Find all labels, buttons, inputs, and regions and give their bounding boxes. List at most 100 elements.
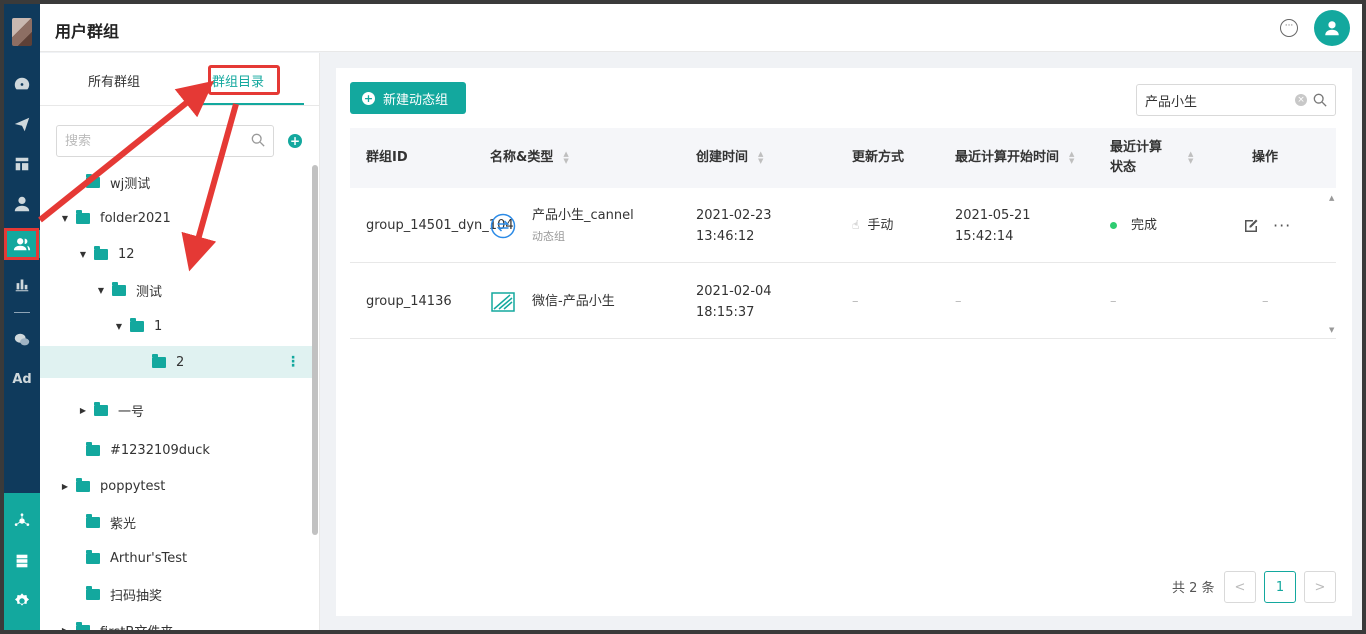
column-header-update-mode: 更新方式 [852, 150, 905, 165]
status-complete-dot [1110, 222, 1117, 229]
group-name[interactable]: 微信-产品小生 [532, 291, 615, 312]
folder-icon [86, 173, 100, 188]
chart-icon[interactable] [4, 270, 40, 298]
search-icon[interactable] [251, 133, 265, 147]
tree-scrollbar[interactable] [312, 165, 318, 535]
new-dynamic-group-button[interactable]: + 新建动态组 [350, 82, 466, 114]
tree-item-label: 一号 [118, 404, 145, 420]
column-header-last-calc-start[interactable]: 最近计算开始时间 ▲ ▼ [955, 128, 1085, 188]
caret-right-icon[interactable]: ▶ [78, 406, 88, 415]
folder-icon [86, 585, 100, 600]
cell-last-calc-start: – [955, 294, 962, 309]
scroll-down-arrow-icon[interactable]: ▼ [1329, 326, 1334, 334]
more-horizontal-icon[interactable]: ··· [1273, 215, 1291, 236]
dynamic-group-icon [490, 213, 516, 238]
cell-group-id: group_14136 [366, 294, 452, 309]
settings-icon[interactable] [4, 587, 40, 615]
user-avatar[interactable] [1314, 10, 1350, 46]
caret-right-icon[interactable]: ▶ [60, 626, 70, 631]
more-vertical-icon[interactable]: ⋮ [286, 354, 300, 370]
table-header: 群组ID 名称&类型 ▲ ▼ 创建时间 ▲ ▼ 更新方式 最近计算开始时间 ▲ ▼ 最近计算… [350, 128, 1336, 188]
caret-right-icon[interactable]: ▶ [60, 482, 70, 491]
tree-item-label: 紫光 [110, 516, 137, 532]
cell-last-calc-status: 完成 [1110, 188, 1157, 263]
top-header: 用户群组 ··· [40, 4, 1362, 52]
tree-item[interactable]: #1232109duck [40, 434, 312, 466]
tree-item-label: wj测试 [110, 176, 151, 192]
plus-circle-icon: + [362, 91, 375, 105]
tree-item[interactable]: ▼ 测试 [40, 274, 312, 306]
tree-item[interactable]: ▶ firstB文件夹 [40, 614, 312, 630]
cell-last-calc-status: – [1110, 294, 1117, 309]
tree-item[interactable]: 紫光 [40, 506, 312, 538]
tree-item[interactable]: ▶ poppytest [40, 470, 312, 502]
tree-search-input[interactable] [65, 126, 245, 156]
tree-item-label: folder2021 [100, 210, 171, 226]
tree-item[interactable]: ▼ 12 [40, 238, 312, 270]
annotation-highlight-box [4, 228, 39, 260]
clear-icon[interactable]: × [1295, 94, 1307, 106]
edit-icon[interactable] [1243, 218, 1259, 234]
sort-icon[interactable]: ▲ ▼ [563, 151, 568, 165]
tree-item[interactable]: Arthur'sTest [40, 542, 312, 574]
caret-down-icon[interactable]: ▼ [96, 286, 106, 295]
tree-item-label: 测试 [136, 284, 163, 300]
next-page-button[interactable]: > [1304, 571, 1336, 603]
scroll-up-arrow-icon[interactable]: ▲ [1329, 194, 1334, 202]
column-header-last-calc-status[interactable]: 最近计算状态 ▲ ▼ [1110, 128, 1210, 188]
caret-down-icon[interactable]: ▼ [78, 250, 88, 259]
search-icon[interactable] [1313, 93, 1327, 107]
server-icon[interactable] [4, 547, 40, 575]
layout-icon[interactable] [4, 150, 40, 178]
table-row[interactable]: group_14136 微信-产品小生 2021-02-04 18:15:37 … [350, 264, 1336, 339]
column-header-name-type[interactable]: 名称&类型 ▲ ▼ [490, 128, 569, 188]
tree-search-box [56, 125, 274, 157]
column-header-actions: 操作 [1252, 150, 1279, 165]
rail-bottom-panel [4, 493, 40, 630]
page-1-button[interactable]: 1 [1264, 571, 1296, 603]
folder-icon [112, 281, 126, 296]
wechat-icon[interactable] [4, 326, 40, 354]
group-name[interactable]: 产品小生_cannel [532, 205, 634, 226]
table-row[interactable]: group_14501_dyn_104 产品小生_cannel 动态组 2021… [350, 188, 1336, 263]
tree-item[interactable]: ▼ 1 [40, 310, 312, 342]
cell-actions: – [1262, 294, 1269, 309]
tree-item-label: poppytest [100, 478, 166, 494]
chat-icon[interactable]: ··· [1280, 19, 1298, 37]
send-icon[interactable] [4, 110, 40, 138]
cell-created: 2021-02-23 13:46:12 [696, 207, 772, 244]
folder-icon [86, 513, 100, 528]
column-header-group-id: 群组ID [366, 150, 408, 165]
app-logo [12, 18, 32, 46]
folder-icon [76, 477, 90, 492]
status-label: 完成 [1131, 218, 1158, 233]
cell-update-mode: ☝ 手动 [852, 188, 893, 263]
group-search-input[interactable] [1145, 85, 1295, 115]
hub-icon[interactable] [4, 507, 40, 535]
sort-icon[interactable]: ▲ ▼ [1188, 151, 1193, 165]
folder-icon [130, 317, 144, 332]
new-dynamic-group-label: 新建动态组 [383, 92, 449, 108]
group-list-panel: + 新建动态组 × 群组ID 名称&类型▲▼ 创建时间▲▼ 更新方式 最近计算开… [336, 68, 1352, 616]
dashboard-icon[interactable] [4, 70, 40, 98]
cell-actions: ··· [1243, 188, 1291, 263]
left-nav-rail: Ad [4, 4, 40, 630]
annotation-highlight-box [208, 65, 280, 95]
group-type: 动态组 [532, 229, 565, 243]
tree-item[interactable]: ▶ 一号 [40, 394, 312, 426]
tree-item[interactable]: 扫码抽奖 [40, 578, 312, 610]
add-directory-button[interactable]: + [288, 134, 302, 148]
caret-down-icon[interactable]: ▼ [114, 322, 124, 331]
ad-icon[interactable]: Ad [4, 372, 40, 387]
tab-all-groups[interactable]: 所有群组 [88, 71, 140, 90]
tree-item[interactable]: ▼ folder2021 [40, 202, 312, 234]
tree-item-selected[interactable]: 2 ⋮ [40, 346, 312, 378]
column-header-created[interactable]: 创建时间 ▲ ▼ [696, 128, 763, 188]
sort-icon[interactable]: ▲ ▼ [758, 151, 763, 165]
sort-icon[interactable]: ▲ ▼ [1069, 151, 1074, 165]
tree-item-label: 12 [118, 246, 135, 262]
tree-item[interactable]: wj测试 [40, 166, 312, 198]
caret-down-icon[interactable]: ▼ [60, 214, 70, 223]
user-icon[interactable] [4, 190, 40, 218]
prev-page-button[interactable]: < [1224, 571, 1256, 603]
